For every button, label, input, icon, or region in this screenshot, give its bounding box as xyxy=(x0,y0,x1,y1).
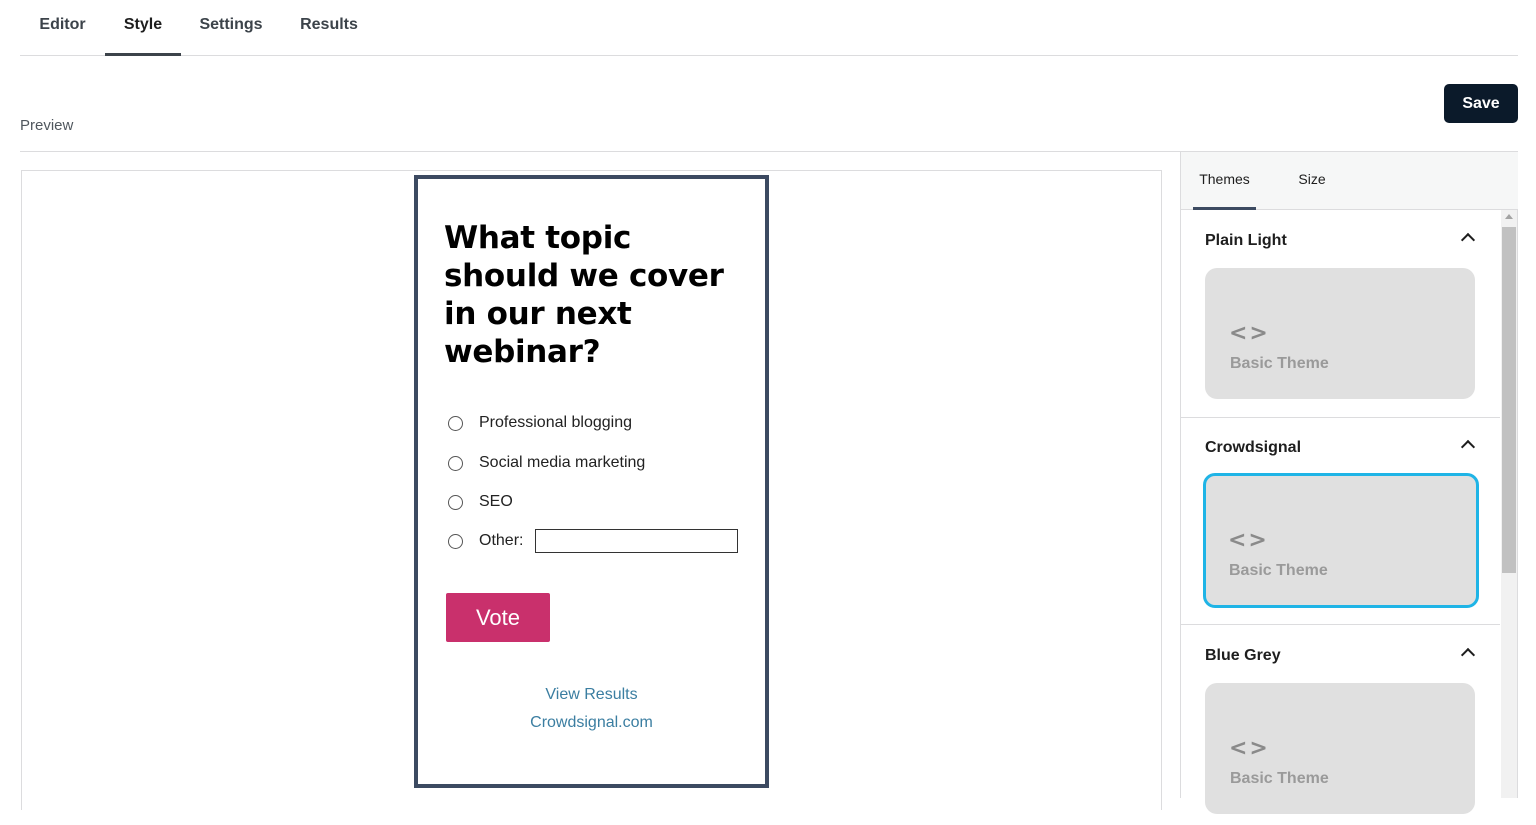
poll-option[interactable]: Social media marketing xyxy=(448,451,645,475)
code-brackets-icon: <> xyxy=(1228,528,1269,553)
other-text-input[interactable] xyxy=(535,529,739,553)
top-tab-bar: Editor Style Settings Results xyxy=(20,0,1518,56)
scroll-thumb[interactable] xyxy=(1502,227,1516,573)
tab-themes[interactable]: Themes xyxy=(1193,152,1256,210)
panel-tab-bar: Themes Size xyxy=(1181,152,1518,210)
chevron-up-icon[interactable] xyxy=(1460,647,1476,663)
option-label: SEO xyxy=(479,493,513,510)
radio-button[interactable] xyxy=(448,533,463,549)
poll-option[interactable]: SEO xyxy=(448,490,513,514)
theme-section-blue-grey: Blue Grey <> Basic Theme xyxy=(1181,625,1500,825)
save-button[interactable]: Save xyxy=(1444,84,1518,123)
poll-option[interactable]: Professional blogging xyxy=(448,411,632,435)
chevron-up-icon[interactable] xyxy=(1460,439,1476,455)
panel-scrollbar[interactable] xyxy=(1501,210,1517,798)
theme-title: Plain Light xyxy=(1205,232,1287,249)
tab-size[interactable]: Size xyxy=(1289,152,1335,210)
option-label: Social media marketing xyxy=(479,454,646,471)
option-label: Other: xyxy=(479,532,524,549)
tab-style[interactable]: Style xyxy=(105,0,181,56)
theme-card[interactable]: <> Basic Theme xyxy=(1205,683,1475,814)
preview-heading: Preview xyxy=(20,117,74,134)
tab-editor[interactable]: Editor xyxy=(20,0,105,56)
theme-title: Crowdsignal xyxy=(1205,439,1302,456)
theme-section-plain-light: Plain Light <> Basic Theme xyxy=(1181,210,1500,418)
theme-card-selected[interactable]: <> Basic Theme xyxy=(1203,473,1479,608)
poll-option-other[interactable]: Other: xyxy=(448,529,739,553)
crowdsignal-link[interactable]: Crowdsignal.com xyxy=(418,714,765,732)
theme-section-crowdsignal: Crowdsignal <> Basic Theme xyxy=(1181,418,1500,625)
chevron-up-icon[interactable] xyxy=(1460,232,1476,248)
vote-button[interactable]: Vote xyxy=(446,593,550,642)
tab-settings[interactable]: Settings xyxy=(188,0,274,56)
card-label: Basic Theme xyxy=(1229,562,1328,579)
poll-question: What topic should we cover in our next w… xyxy=(444,220,724,370)
card-label: Basic Theme xyxy=(1230,770,1329,787)
theme-card[interactable]: <> Basic Theme xyxy=(1205,268,1475,399)
option-label: Professional blogging xyxy=(479,414,632,431)
radio-button[interactable] xyxy=(448,415,463,431)
card-label: Basic Theme xyxy=(1230,355,1329,372)
radio-button[interactable] xyxy=(448,455,463,471)
tab-results[interactable]: Results xyxy=(292,0,366,56)
scroll-up-arrow-icon[interactable] xyxy=(1505,214,1513,219)
view-results-link[interactable]: View Results xyxy=(418,686,765,704)
code-brackets-icon: <> xyxy=(1229,321,1270,346)
poll-widget: What topic should we cover in our next w… xyxy=(414,175,769,788)
radio-button[interactable] xyxy=(448,494,463,510)
code-brackets-icon: <> xyxy=(1229,736,1270,761)
theme-title: Blue Grey xyxy=(1205,647,1281,664)
